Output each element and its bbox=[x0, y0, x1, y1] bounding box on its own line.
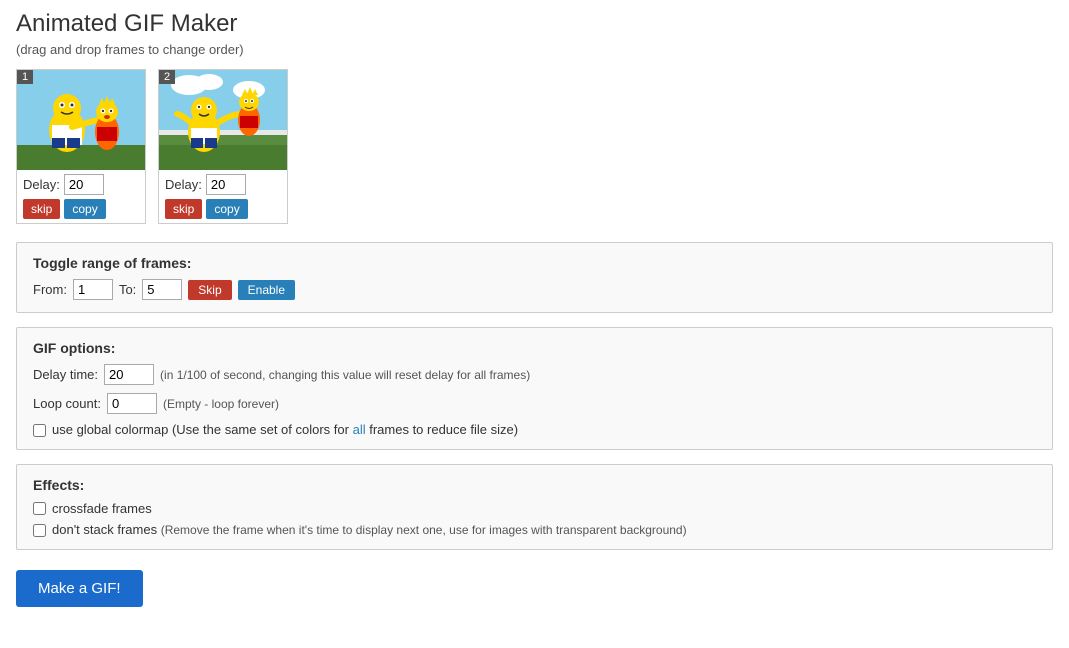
gif-options-section: GIF options: Delay time: (in 1/100 of se… bbox=[16, 327, 1053, 450]
crossfade-label: crossfade frames bbox=[52, 501, 152, 516]
gif-options-title: GIF options: bbox=[33, 340, 1036, 356]
crossfade-checkbox[interactable] bbox=[33, 502, 46, 515]
delay-label-1: Delay: bbox=[23, 177, 60, 192]
dont-stack-label: don't stack frames (Remove the frame whe… bbox=[52, 522, 687, 537]
frame-2-controls: Delay: skip copy bbox=[159, 170, 287, 223]
delay-hint: (in 1/100 of second, changing this value… bbox=[160, 368, 530, 382]
colormap-checkbox[interactable] bbox=[33, 424, 46, 437]
delay-input-2[interactable] bbox=[206, 174, 246, 195]
to-input[interactable] bbox=[142, 279, 182, 300]
frame-card-2: 2 bbox=[158, 69, 288, 224]
loop-hint: (Empty - loop forever) bbox=[163, 397, 279, 411]
frame-number-2: 2 bbox=[159, 70, 175, 84]
from-label: From: bbox=[33, 282, 67, 297]
frame-card-1: 1 bbox=[16, 69, 146, 224]
page-title: Animated GIF Maker bbox=[16, 10, 1053, 38]
skip-range-button[interactable]: Skip bbox=[188, 280, 231, 300]
delay-input-1[interactable] bbox=[64, 174, 104, 195]
from-input[interactable] bbox=[73, 279, 113, 300]
effects-title: Effects: bbox=[33, 477, 1036, 493]
frame-1-controls: Delay: skip copy bbox=[17, 170, 145, 223]
frame-number-1: 1 bbox=[17, 70, 33, 84]
delay-time-label: Delay time: bbox=[33, 367, 98, 382]
delay-label-2: Delay: bbox=[165, 177, 202, 192]
effects-section: Effects: crossfade frames don't stack fr… bbox=[16, 464, 1053, 550]
frame-image-2 bbox=[159, 70, 287, 170]
skip-button-2[interactable]: skip bbox=[165, 199, 202, 219]
delay-time-input[interactable] bbox=[104, 364, 154, 385]
frame-2-svg bbox=[159, 70, 287, 170]
frame-1-svg bbox=[17, 70, 145, 170]
frames-area: 1 bbox=[16, 69, 1053, 224]
loop-count-input[interactable] bbox=[107, 393, 157, 414]
dont-stack-checkbox[interactable] bbox=[33, 524, 46, 537]
toggle-range-title: Toggle range of frames: bbox=[33, 255, 1036, 271]
toggle-range-section: Toggle range of frames: From: To: Skip E… bbox=[16, 242, 1053, 313]
to-label: To: bbox=[119, 282, 136, 297]
copy-button-1[interactable]: copy bbox=[64, 199, 105, 219]
skip-button-1[interactable]: skip bbox=[23, 199, 60, 219]
page-subtitle: (drag and drop frames to change order) bbox=[16, 42, 1053, 57]
colormap-label: use global colormap (Use the same set of… bbox=[52, 422, 518, 437]
colormap-link[interactable]: all bbox=[353, 422, 366, 437]
loop-count-label: Loop count: bbox=[33, 396, 101, 411]
make-gif-button[interactable]: Make a GIF! bbox=[16, 570, 143, 607]
enable-button[interactable]: Enable bbox=[238, 280, 295, 300]
copy-button-2[interactable]: copy bbox=[206, 199, 247, 219]
frame-image-1 bbox=[17, 70, 145, 170]
